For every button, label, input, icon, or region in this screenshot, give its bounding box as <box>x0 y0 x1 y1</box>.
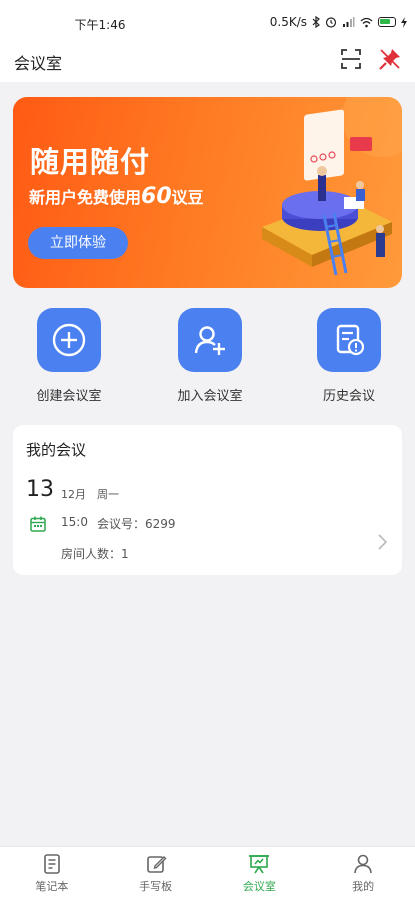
tab-profile[interactable]: 我的 <box>311 847 415 900</box>
page-title: 会议室 <box>14 54 63 73</box>
tab-meeting-room-label: 会议室 <box>242 880 276 893</box>
try-now-button[interactable]: 立即体验 <box>28 227 128 259</box>
meeting-weekday: 周一 <box>97 488 119 501</box>
room-people-count: 房间人数：1 <box>61 547 129 561</box>
wifi-icon <box>360 17 373 27</box>
meeting-room-icon <box>249 855 270 874</box>
notebook-icon <box>44 854 60 874</box>
create-room-action[interactable]: 创建会议室 <box>14 308 124 404</box>
plus-circle-icon <box>52 323 86 357</box>
create-room-icon-box[interactable] <box>37 308 101 372</box>
banner-subtitle-prefix: 新用户免费使用 <box>29 188 142 207</box>
join-room-icon-box[interactable] <box>178 308 242 372</box>
pin-icon[interactable] <box>378 47 402 71</box>
alarm-icon <box>325 17 337 28</box>
battery-icon <box>378 17 396 27</box>
tab-handwriting-label: 手写板 <box>139 880 173 893</box>
tab-notebook-label: 笔记本 <box>35 880 69 893</box>
my-meeting-card[interactable]: 我的会议 13 12月 周一 15:0 会议号：6299 房间人数：1 <box>13 425 402 575</box>
history-label: 历史会议 <box>322 389 375 404</box>
history-action[interactable]: 历史会议 <box>294 308 404 404</box>
signal-icon <box>343 17 355 27</box>
banner-title: 随用随付 <box>30 145 151 179</box>
tab-handwriting[interactable]: 手写板 <box>104 847 208 900</box>
join-room-action[interactable]: 加入会议室 <box>155 308 265 404</box>
bottom-tab-bar: 笔记本 手写板 会议室 我的 <box>0 846 415 900</box>
status-time: 下午1:46 <box>74 18 126 32</box>
app-header: 会议室 <box>0 40 415 82</box>
charging-icon <box>401 16 407 28</box>
banner-subtitle-suffix: 议豆 <box>171 188 204 207</box>
join-room-label: 加入会议室 <box>177 389 243 404</box>
profile-icon <box>354 854 372 874</box>
meeting-number: 会议号：6299 <box>97 517 176 531</box>
history-doc-icon <box>336 324 365 356</box>
status-icons: 0.5K/s <box>270 15 407 29</box>
tab-profile-label: 我的 <box>352 880 375 893</box>
tab-meeting-room[interactable]: 会议室 <box>208 847 312 900</box>
promo-banner[interactable]: 随用随付 新用户免费使用60议豆 立即体验 <box>13 97 402 288</box>
status-bar: 下午1:46 0.5K/s <box>0 0 415 40</box>
banner-subtitle: 新用户免费使用60议豆 <box>29 184 204 209</box>
quick-actions: 创建会议室 加入会议室 历史会议 <box>0 308 415 408</box>
calendar-icon <box>30 516 46 532</box>
meeting-day: 13 <box>26 477 54 502</box>
add-user-icon <box>194 326 225 355</box>
history-icon-box[interactable] <box>317 308 381 372</box>
banner-subtitle-number: 60 <box>141 184 172 209</box>
meeting-month: 12月 <box>61 488 86 501</box>
handwriting-icon <box>146 856 167 873</box>
meeting-time: 15:0 <box>61 515 88 529</box>
banner-illustration <box>262 97 402 276</box>
bluetooth-icon <box>312 16 320 28</box>
tab-notebook[interactable]: 笔记本 <box>0 847 104 900</box>
scan-icon[interactable] <box>339 47 363 71</box>
chevron-right-icon[interactable] <box>376 533 388 551</box>
my-meeting-title: 我的会议 <box>26 441 87 459</box>
network-speed: 0.5K/s <box>269 15 307 29</box>
create-room-label: 创建会议室 <box>36 389 102 404</box>
